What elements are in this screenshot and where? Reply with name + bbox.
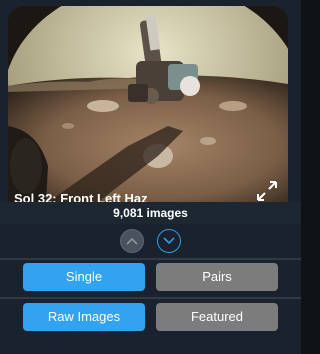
image-browser-panel: Sol 32: Front Left Haz 9,081 images Sing… [0, 0, 301, 354]
raw-image-viewer[interactable]: Sol 32: Front Left Haz [8, 6, 288, 202]
divider [0, 297, 301, 299]
navigation-controls [0, 229, 301, 255]
previous-button[interactable] [120, 229, 144, 253]
chevron-up-icon [126, 237, 138, 245]
expand-icon[interactable] [256, 180, 278, 202]
image-count: 9,081 images [0, 202, 301, 224]
divider [0, 258, 301, 260]
single-button[interactable]: Single [23, 263, 145, 291]
view-mode-toggle: Single Pairs [0, 263, 301, 291]
image-type-toggle: Raw Images Featured [0, 303, 301, 331]
chevron-down-icon [163, 237, 175, 245]
raw-images-button[interactable]: Raw Images [23, 303, 145, 331]
featured-button[interactable]: Featured [156, 303, 278, 331]
image-caption: Sol 32: Front Left Haz [14, 191, 148, 202]
pairs-button[interactable]: Pairs [156, 263, 278, 291]
next-button[interactable] [157, 229, 181, 253]
mars-surface-image [8, 6, 288, 202]
